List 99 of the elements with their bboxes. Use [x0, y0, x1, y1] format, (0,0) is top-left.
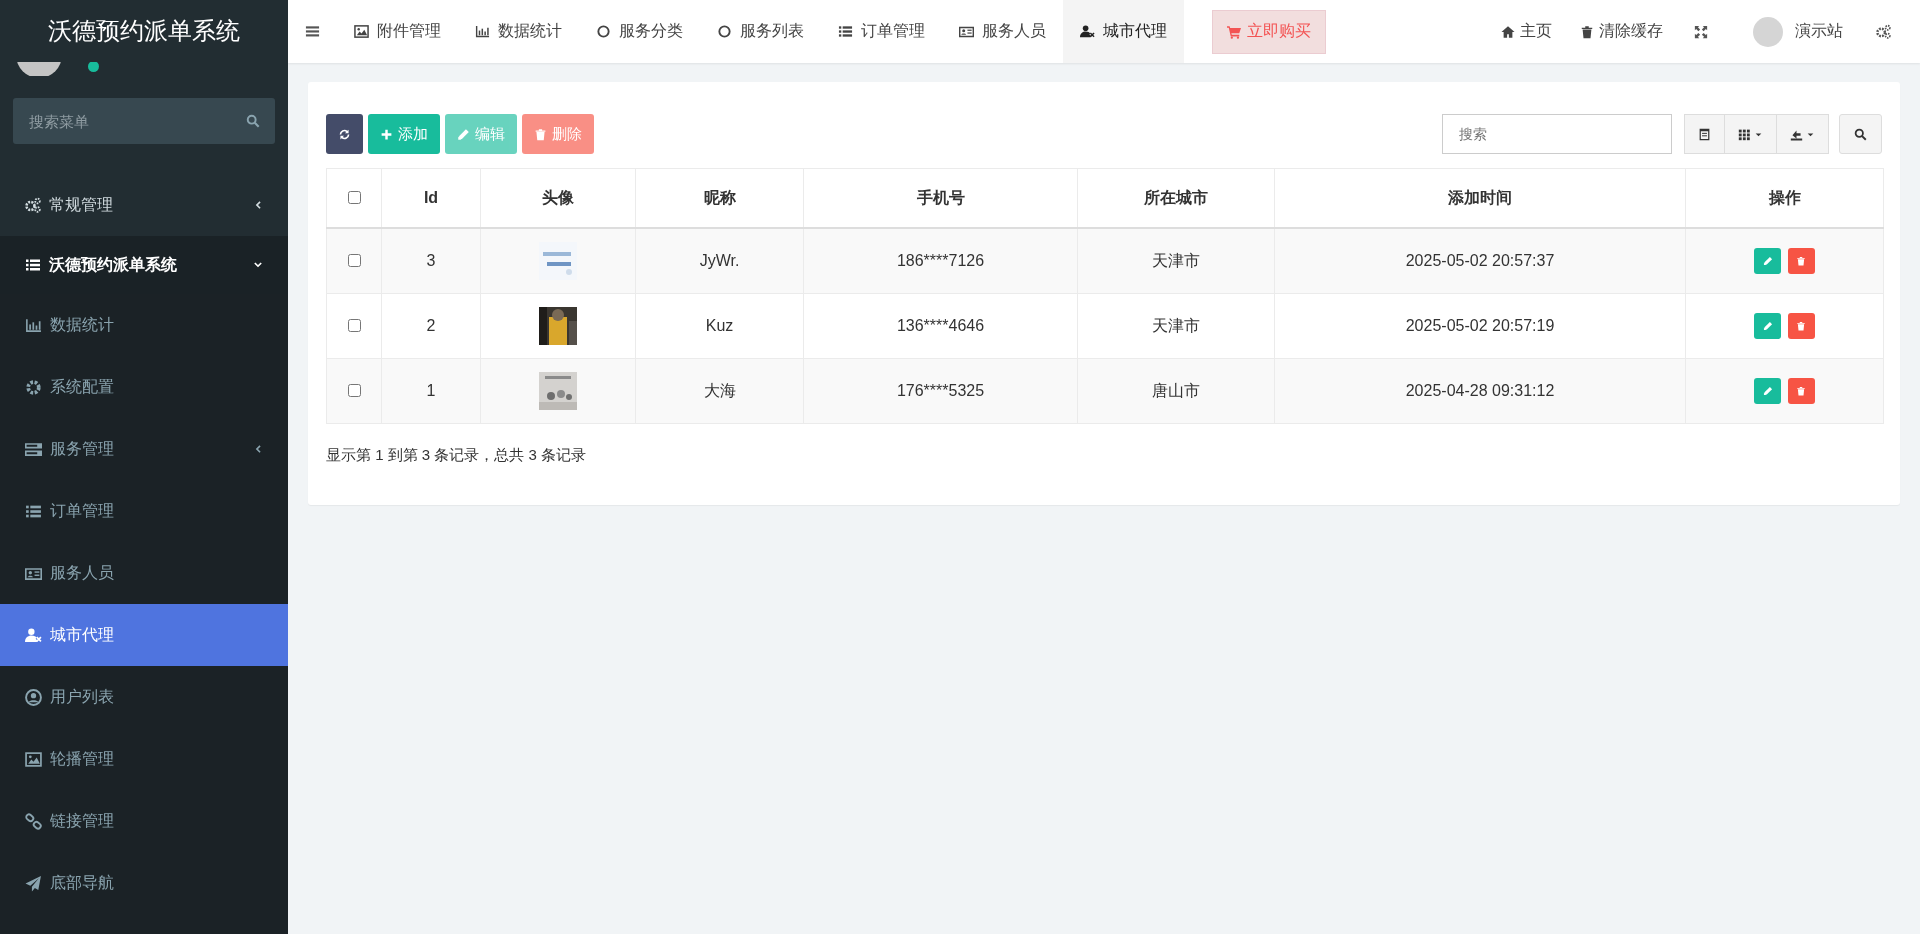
bar-chart-icon	[25, 316, 42, 334]
pencil-icon	[1762, 386, 1773, 396]
table-cell: JyWr.	[699, 252, 740, 269]
user-circle-icon	[25, 688, 42, 706]
delete-button[interactable]	[1787, 248, 1815, 274]
search-icon	[246, 114, 260, 128]
table-cell: 大海	[703, 381, 736, 399]
nav-tab[interactable]: 附件管理	[337, 0, 458, 63]
nav-tab[interactable]: 订单管理	[821, 0, 942, 63]
menu-item[interactable]: 数据统计	[0, 294, 288, 356]
user-x-icon	[25, 626, 42, 644]
table-cell: Kuz	[705, 317, 734, 334]
table-cell: 天津市	[1152, 251, 1200, 269]
nav-tab[interactable]: 服务分类	[579, 0, 700, 63]
server-icon	[25, 440, 42, 458]
table-cell: 2025-05-02 20:57:37	[1405, 252, 1555, 269]
expand-icon	[1694, 24, 1708, 39]
menu-item[interactable]: 服务人员	[0, 542, 288, 604]
column-header: 添加时间	[1448, 188, 1512, 206]
menu-item[interactable]: 轮播管理	[0, 728, 288, 790]
table-cell: 1	[426, 382, 436, 399]
nav-tab[interactable]: 数据统计	[458, 0, 579, 63]
app-title: 沃德预约派单系统	[0, 0, 288, 62]
trash-icon	[1796, 256, 1807, 266]
account-menu[interactable]: 演示站	[1725, 0, 1859, 63]
pagination-info: 显示第 1 到第 3 条记录，总共 3 条记录	[326, 446, 588, 465]
export-icon	[1790, 127, 1803, 141]
menu-item[interactable]: 常规管理	[0, 174, 288, 236]
nav-tab[interactable]: 服务人员	[942, 0, 1063, 63]
id-card-icon	[959, 24, 974, 39]
table-cell: 唐山市	[1152, 381, 1200, 399]
search-icon	[1854, 127, 1867, 141]
nav-tab[interactable]: 城市代理	[1063, 0, 1184, 63]
pencil-icon	[1762, 256, 1773, 266]
column-header: 头像	[542, 188, 574, 206]
edit-button[interactable]	[1754, 313, 1782, 339]
checkbox[interactable]	[348, 254, 361, 267]
table-icon	[1698, 127, 1711, 141]
table-cell: 2025-05-02 20:57:19	[1405, 317, 1555, 334]
menu-item[interactable]: 系统配置	[0, 356, 288, 418]
export-button[interactable]	[1777, 114, 1829, 154]
circle-icon	[717, 24, 732, 39]
refresh-button[interactable]	[326, 114, 363, 154]
nav-tab[interactable]: 服务列表	[700, 0, 821, 63]
column-header: 昵称	[703, 188, 736, 206]
delete-button[interactable]	[1787, 313, 1815, 339]
header-link[interactable]: 清除缓存	[1566, 0, 1677, 63]
table-cell: 2	[426, 317, 436, 334]
edit-button[interactable]	[1754, 378, 1782, 404]
link-icon	[25, 812, 42, 830]
pencil-icon	[1762, 321, 1773, 331]
grid-icon	[1738, 127, 1751, 141]
table-cell: 天津市	[1152, 316, 1200, 334]
column-header: 手机号	[916, 188, 965, 206]
menu-icon	[305, 24, 320, 39]
cart-icon	[1227, 24, 1241, 39]
table-cell: 2025-04-28 09:31:12	[1405, 382, 1555, 399]
menu-item[interactable]: 订单管理	[0, 480, 288, 542]
table-cell: 176****5325	[896, 382, 985, 399]
gear-icon	[25, 378, 42, 396]
header-link[interactable]: 主页	[1487, 0, 1566, 63]
table-cell: 186****7126	[896, 252, 985, 269]
menu-item[interactable]: 用户列表	[0, 666, 288, 728]
edit-button[interactable]	[1754, 248, 1782, 274]
menu-item[interactable]: 服务管理	[0, 418, 288, 480]
list-icon	[838, 24, 853, 39]
checkbox[interactable]	[348, 319, 361, 332]
trash-icon	[1796, 321, 1807, 331]
bar-chart-icon	[475, 24, 490, 39]
column-header: 所在城市	[1144, 188, 1208, 206]
plus-icon	[380, 127, 393, 141]
search-field[interactable]: 搜索菜单	[0, 76, 288, 174]
column-header: 操作	[1768, 188, 1801, 206]
trash-icon	[534, 127, 547, 141]
column-header: Id	[423, 189, 439, 206]
checkbox[interactable]	[348, 384, 361, 397]
trash-icon	[1580, 24, 1594, 39]
columns-button[interactable]	[1725, 114, 1777, 154]
search-button[interactable]	[1839, 114, 1882, 154]
table-cell: 136****4646	[896, 317, 985, 334]
avatar-icon	[1753, 16, 1783, 47]
image-icon	[25, 750, 42, 768]
delete-button[interactable]	[1787, 378, 1815, 404]
list-icon	[25, 257, 41, 273]
table-cell: 3	[426, 252, 436, 269]
circle-icon	[596, 24, 611, 39]
pencil-icon	[457, 127, 470, 141]
search-field[interactable]: 搜索	[1442, 114, 1672, 154]
home-icon	[1501, 24, 1515, 39]
user-x-icon	[1080, 24, 1095, 39]
trash-icon	[1796, 386, 1807, 396]
menu-item[interactable]: 链接管理	[0, 790, 288, 852]
toggle-view-button[interactable]	[1684, 114, 1725, 154]
image-icon	[354, 24, 369, 39]
menu-item[interactable]: 城市代理	[0, 604, 288, 666]
send-icon	[25, 874, 42, 892]
checkbox[interactable]	[348, 191, 361, 204]
refresh-icon	[338, 127, 351, 141]
menu-item[interactable]: 底部导航	[0, 852, 288, 914]
